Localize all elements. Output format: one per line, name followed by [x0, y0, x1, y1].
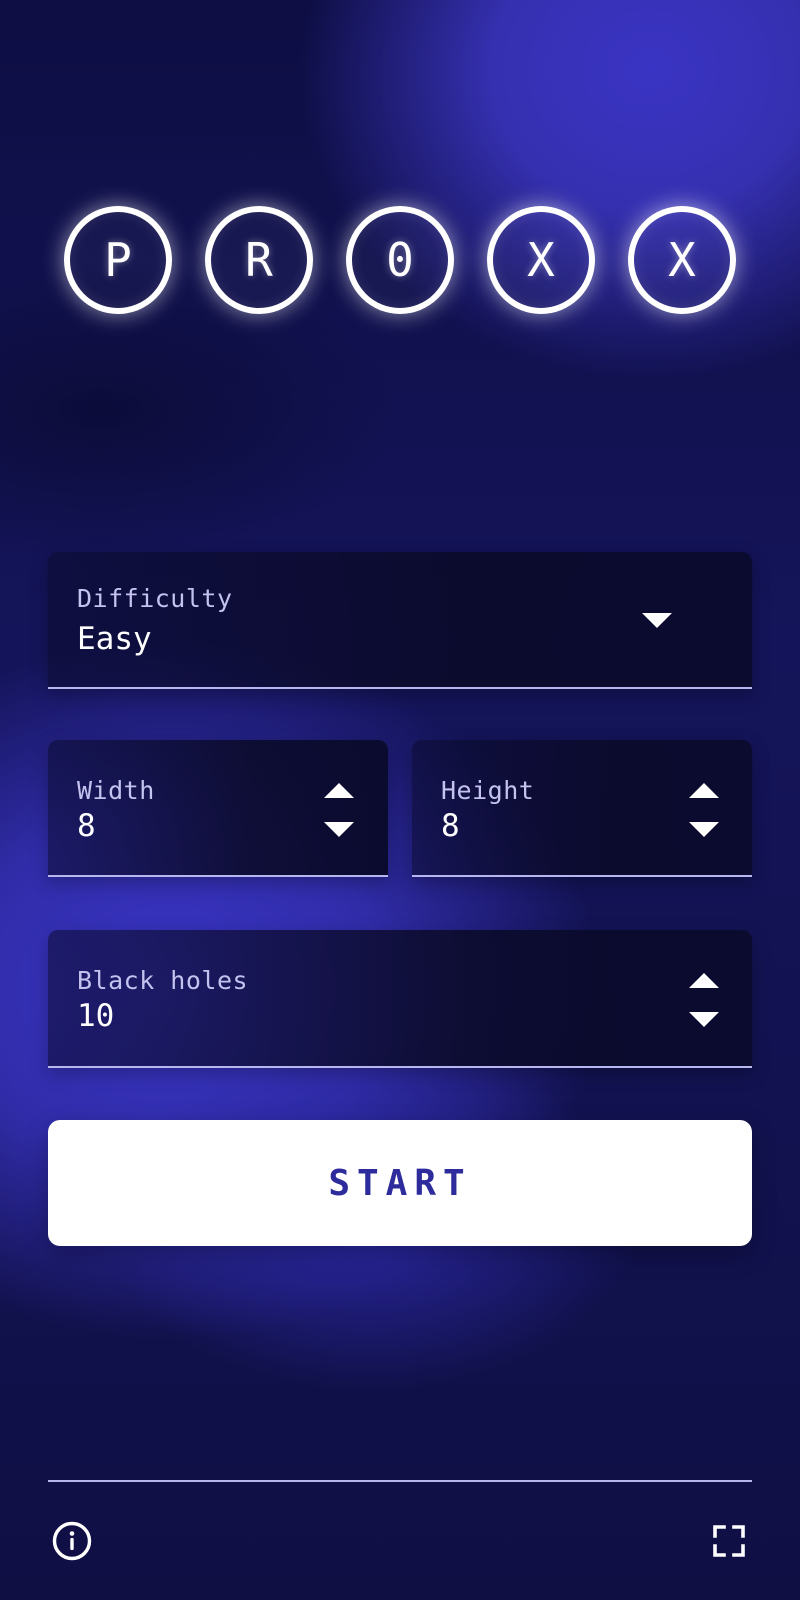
- height-label: Height: [441, 776, 535, 805]
- logo-letter: 0: [346, 206, 454, 314]
- logo-letter: R: [205, 206, 313, 314]
- black-holes-decrement-icon[interactable]: [689, 1012, 719, 1027]
- width-stepper[interactable]: Width 8: [48, 740, 388, 877]
- start-button[interactable]: START: [48, 1120, 752, 1246]
- width-increment-icon[interactable]: [324, 783, 354, 798]
- logo-letter: X: [487, 206, 595, 314]
- width-value: 8: [77, 808, 96, 844]
- width-decrement-icon[interactable]: [324, 822, 354, 837]
- game-logo: P R 0 X X: [64, 206, 736, 314]
- logo-letter: X: [628, 206, 736, 314]
- width-label: Width: [77, 776, 155, 805]
- logo-letter: P: [64, 206, 172, 314]
- footer-divider: [48, 1480, 752, 1482]
- height-increment-icon[interactable]: [689, 783, 719, 798]
- black-holes-stepper[interactable]: Black holes 10: [48, 930, 752, 1068]
- black-holes-value: 10: [77, 998, 115, 1034]
- info-icon[interactable]: [52, 1521, 92, 1561]
- fullscreen-icon[interactable]: [713, 1525, 745, 1557]
- height-value: 8: [441, 808, 460, 844]
- chevron-down-icon[interactable]: [642, 613, 672, 628]
- black-holes-increment-icon[interactable]: [689, 973, 719, 988]
- height-decrement-icon[interactable]: [689, 822, 719, 837]
- height-stepper[interactable]: Height 8: [412, 740, 752, 877]
- start-screen: P R 0 X X Difficulty Easy Width 8 Height…: [0, 0, 800, 1600]
- difficulty-select[interactable]: Difficulty Easy: [48, 552, 752, 689]
- difficulty-label: Difficulty: [77, 584, 233, 613]
- black-holes-label: Black holes: [77, 966, 249, 995]
- difficulty-value: Easy: [77, 621, 152, 657]
